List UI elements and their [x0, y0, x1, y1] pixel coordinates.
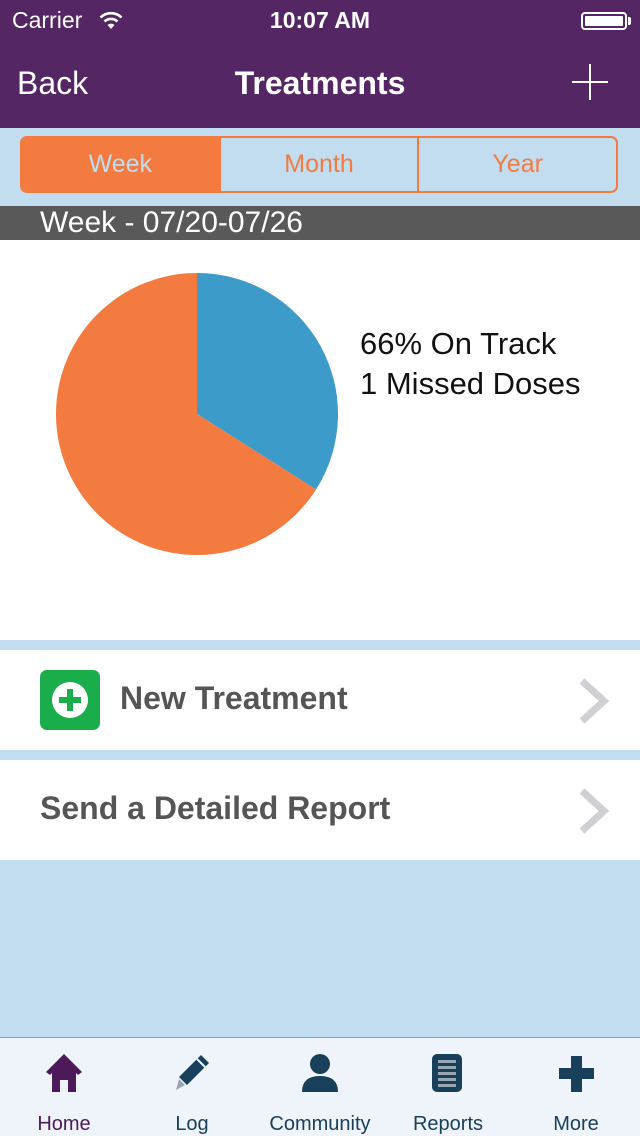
navigation-bar: Back Treatments [0, 40, 640, 128]
week-range-header: Week - 07/20-07/26 [0, 206, 640, 240]
tab-reports[interactable]: Reports [384, 1038, 512, 1136]
tab-home-label: Home [37, 1113, 91, 1135]
tab-more[interactable]: More [512, 1038, 640, 1136]
new-treatment-label: New Treatment [120, 680, 348, 716]
home-icon [46, 1054, 82, 1092]
adherence-summary: 66% On Track 1 Missed Doses [360, 324, 581, 404]
segment-week[interactable]: Week [22, 138, 219, 191]
battery-tip [628, 17, 631, 25]
clock: 10:07 AM [269, 7, 371, 33]
tab-log[interactable]: Log [128, 1038, 256, 1136]
segment-year[interactable]: Year [417, 138, 616, 191]
adherence-chart-panel: 66% On Track 1 Missed Doses [0, 240, 640, 640]
add-button[interactable] [570, 62, 610, 102]
tab-home[interactable]: Home [0, 1038, 128, 1136]
tab-log-label: Log [175, 1113, 209, 1135]
tab-community-label: Community [269, 1113, 371, 1135]
battery-full-icon [581, 12, 627, 30]
pencil-icon [176, 1055, 209, 1090]
chevron-right-icon [579, 678, 610, 724]
status-bar: Carrier 10:07 AM [0, 0, 640, 40]
period-segmented-control: Week Month Year [20, 136, 618, 193]
chevron-right-icon [579, 788, 610, 834]
add-circle-icon [40, 670, 100, 730]
tab-community[interactable]: Community [256, 1038, 384, 1136]
adherence-pie-chart [55, 273, 338, 555]
new-treatment-row[interactable]: New Treatment [0, 650, 640, 750]
plus-icon [559, 1056, 594, 1092]
tab-bar: Home Log Community Reports More [0, 1037, 640, 1136]
send-report-row[interactable]: Send a Detailed Report [0, 760, 640, 860]
segment-month[interactable]: Month [218, 138, 418, 191]
person-icon [302, 1054, 338, 1092]
report-icon [432, 1054, 462, 1092]
tab-more-label: More [553, 1113, 599, 1135]
tab-reports-label: Reports [412, 1113, 484, 1135]
send-report-label: Send a Detailed Report [40, 790, 391, 826]
missed-doses-label: 1 Missed Doses [360, 366, 581, 401]
on-track-label: 66% On Track [360, 326, 557, 361]
page-title: Treatments [234, 65, 406, 101]
